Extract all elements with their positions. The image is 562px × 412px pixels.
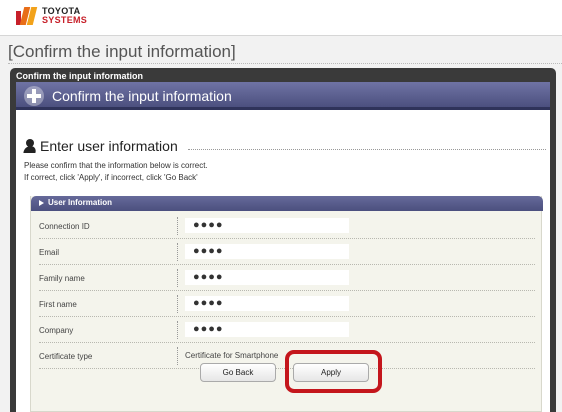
panel-body: Confirm the input information Enter user…	[16, 82, 550, 412]
page-title-divider	[8, 63, 562, 64]
toyota-systems-logo[interactable]: TOYOTA SYSTEMS	[16, 7, 87, 25]
logo-line2: SYSTEMS	[42, 15, 88, 25]
user-information-title: User Information	[48, 198, 113, 207]
row-first-name: First name ●●●●	[39, 291, 535, 317]
row-value: ●●●●	[185, 244, 349, 259]
person-icon	[23, 139, 37, 153]
panel-caption: Confirm the input information	[16, 71, 143, 81]
page-title: [Confirm the input information]	[8, 42, 236, 61]
subhead: Enter user information	[23, 138, 546, 154]
site-header: TOYOTA SYSTEMS	[0, 0, 562, 36]
logo-mark-icon	[16, 7, 38, 25]
row-label: First name	[39, 300, 77, 309]
subhead-divider	[187, 142, 546, 150]
go-back-button[interactable]: Go Back	[200, 363, 276, 382]
apply-highlight-annotation	[285, 350, 382, 393]
confirm-panel: Confirm the input information Confirm th…	[10, 68, 556, 412]
row-label: Email	[39, 248, 60, 257]
row-family-name: Family name ●●●●	[39, 265, 535, 291]
row-value: ●●●●	[185, 322, 349, 337]
row-label: Connection ID	[39, 222, 90, 231]
subhead-title: Enter user information	[40, 138, 178, 154]
row-value: ●●●●	[185, 270, 349, 285]
section-title-bar: Confirm the input information	[16, 82, 550, 110]
row-value: ●●●●	[185, 218, 349, 233]
row-label: Family name	[39, 274, 85, 283]
instructions-line1: Please confirm that the information belo…	[24, 161, 208, 170]
user-information-header: User Information	[31, 196, 543, 211]
row-label: Company	[39, 326, 74, 335]
instructions: Please confirm that the information belo…	[24, 160, 208, 184]
triangle-right-icon	[39, 200, 44, 206]
row-company: Company ●●●●	[39, 317, 535, 343]
section-title: Confirm the input information	[52, 88, 232, 104]
row-email: Email ●●●●	[39, 239, 535, 265]
instructions-line2: If correct, click 'Apply', if incorrect,…	[24, 173, 198, 182]
plus-icon	[24, 86, 44, 106]
row-connection-id: Connection ID ●●●●	[39, 213, 535, 239]
row-label: Certificate type	[39, 352, 93, 361]
row-value: ●●●●	[185, 296, 349, 311]
